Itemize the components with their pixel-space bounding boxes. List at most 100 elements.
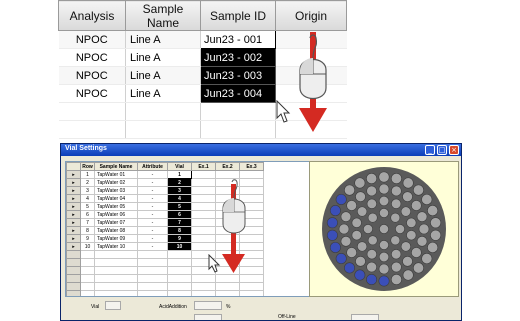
vial-position[interactable] <box>357 241 368 252</box>
empty-cell[interactable] <box>200 120 276 139</box>
sample-name-cell[interactable]: Line A <box>125 48 201 67</box>
ex1-cell[interactable] <box>191 178 216 187</box>
empty-cell[interactable] <box>80 274 95 283</box>
vial-cell[interactable]: 9 <box>167 234 192 243</box>
empty-cell[interactable] <box>80 266 95 275</box>
empty-cell[interactable] <box>215 282 240 291</box>
vial-position[interactable] <box>402 269 414 281</box>
row-selector[interactable]: ▸ <box>66 186 81 195</box>
attribute-cell[interactable]: - <box>137 202 168 211</box>
vial-cell[interactable]: 8 <box>167 226 192 235</box>
vial-position[interactable] <box>406 217 417 228</box>
ex1-cell[interactable] <box>191 234 216 243</box>
vial-position-selected[interactable] <box>354 269 366 281</box>
empty-cell[interactable] <box>94 274 138 283</box>
column-header-sample-name[interactable]: Sample Name <box>94 162 138 171</box>
vial-position[interactable] <box>391 261 402 273</box>
row-number-cell[interactable]: 4 <box>80 194 95 203</box>
ex1-cell[interactable] <box>191 202 216 211</box>
vial-cell[interactable]: 5 <box>167 202 192 211</box>
vial-position[interactable] <box>366 173 378 185</box>
row-selector[interactable]: ▸ <box>66 210 81 219</box>
vial-position[interactable] <box>427 205 439 217</box>
empty-cell[interactable] <box>191 282 216 291</box>
vial-position-selected[interactable] <box>335 253 347 265</box>
row-number-cell[interactable]: 3 <box>80 186 95 195</box>
vial-position[interactable] <box>402 256 413 267</box>
vial-position[interactable] <box>351 230 362 241</box>
vial-cell[interactable]: 4 <box>167 194 192 203</box>
row-number-cell[interactable]: 9 <box>80 234 95 243</box>
row-selector[interactable] <box>66 290 81 296</box>
empty-table-row[interactable] <box>66 290 264 296</box>
vial-position[interactable] <box>412 262 424 274</box>
attribute-cell[interactable]: - <box>137 234 168 243</box>
vial-position[interactable] <box>390 273 402 285</box>
ex1-cell[interactable] <box>191 170 216 179</box>
vial-position[interactable] <box>421 193 433 205</box>
minimize-button[interactable]: _ <box>425 145 435 155</box>
row-number-cell[interactable]: 6 <box>80 210 95 219</box>
vial-position[interactable] <box>390 212 401 223</box>
vial-position[interactable] <box>366 198 377 209</box>
vial-position[interactable] <box>390 235 401 246</box>
vial-position[interactable] <box>338 223 350 235</box>
vial-cell[interactable]: 7 <box>167 218 192 227</box>
empty-cell[interactable] <box>94 258 138 267</box>
vial-position[interactable] <box>354 177 366 189</box>
vial-position-selected[interactable] <box>344 262 356 274</box>
sample-id-cell[interactable]: Jun23 - 004 <box>200 84 276 103</box>
analysis-cell[interactable]: NPOC <box>58 84 126 103</box>
sample-name-cell[interactable]: TapWater 08 <box>94 226 138 235</box>
vial-position[interactable] <box>411 200 422 211</box>
row-number-cell[interactable]: 2 <box>80 178 95 187</box>
row-selector[interactable]: ▸ <box>66 202 81 211</box>
empty-cell[interactable] <box>239 274 264 283</box>
vial-position[interactable] <box>366 185 377 197</box>
vial-position-selected[interactable] <box>366 273 378 285</box>
vial-position[interactable] <box>344 184 356 196</box>
sample-name-cell[interactable]: Line A <box>125 66 201 85</box>
sample-name-cell[interactable]: Line A <box>125 30 201 49</box>
vial-cell[interactable]: 2 <box>167 178 192 187</box>
empty-cell[interactable] <box>94 250 138 259</box>
vial-position[interactable] <box>406 230 417 241</box>
analysis-cell[interactable]: NPOC <box>58 48 126 67</box>
vial-position[interactable] <box>378 263 390 275</box>
row-number-cell[interactable]: 10 <box>80 242 95 251</box>
empty-table-row[interactable] <box>66 282 264 291</box>
row-selector[interactable]: ▸ <box>66 226 81 235</box>
vial-position[interactable] <box>411 247 422 258</box>
ex1-cell[interactable] <box>191 186 216 195</box>
empty-cell[interactable] <box>58 102 126 121</box>
row-selector[interactable] <box>66 258 81 267</box>
empty-cell[interactable] <box>239 290 264 296</box>
sample-name-cell[interactable]: TapWater 03 <box>94 186 138 195</box>
empty-table-row[interactable] <box>66 274 264 283</box>
empty-cell[interactable] <box>137 274 168 283</box>
attribute-cell[interactable]: - <box>137 242 168 251</box>
analysis-cell[interactable]: NPOC <box>58 30 126 49</box>
row-number-cell[interactable]: 8 <box>80 226 95 235</box>
column-header-attribute[interactable]: Attribute <box>137 162 168 171</box>
vial-cell[interactable]: 3 <box>167 186 192 195</box>
sample-id-cell[interactable]: Jun23 - 002 <box>200 48 276 67</box>
vial-cell[interactable]: 1 <box>167 170 192 179</box>
empty-cell[interactable] <box>200 102 276 121</box>
vial-position[interactable] <box>363 224 373 234</box>
sample-name-cell[interactable]: TapWater 02 <box>94 178 138 187</box>
sample-name-cell[interactable]: TapWater 09 <box>94 234 138 243</box>
empty-cell[interactable] <box>137 258 168 267</box>
sample-id-cell[interactable]: Jun23 - 001 <box>200 30 276 49</box>
empty-cell[interactable] <box>167 282 192 291</box>
sample-name-cell[interactable]: TapWater 10 <box>94 242 138 251</box>
vial-position[interactable] <box>430 217 442 229</box>
empty-cell[interactable] <box>80 282 95 291</box>
vial-cell[interactable]: 6 <box>167 210 192 219</box>
empty-cell[interactable] <box>137 266 168 275</box>
vial-position[interactable] <box>421 253 433 265</box>
attribute-cell[interactable]: - <box>137 218 168 227</box>
empty-cell[interactable] <box>215 290 240 296</box>
row-selector[interactable]: ▸ <box>66 170 81 179</box>
vial-position[interactable] <box>412 184 424 196</box>
